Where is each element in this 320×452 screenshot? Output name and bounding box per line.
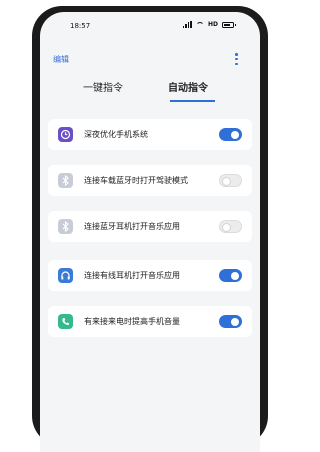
rule-toggle[interactable] (219, 315, 242, 328)
rule-item-car-bluetooth[interactable]: 连接车载蓝牙时打开驾驶模式 (48, 165, 252, 196)
edit-button[interactable]: 编辑 (53, 54, 69, 65)
rule-item-night-optimize[interactable]: 深夜优化手机系统 (48, 119, 252, 150)
battery-icon (222, 21, 236, 28)
wifi-icon (195, 21, 204, 28)
tab-one-tap[interactable]: 一键指令 (83, 79, 123, 94)
tab-auto[interactable]: 自动指令 (168, 79, 208, 94)
rule-label: 连接蓝牙耳机打开音乐应用 (84, 222, 180, 231)
tab-indicator (170, 100, 215, 102)
rule-label: 连接有线耳机打开音乐应用 (84, 271, 180, 280)
phone-frame: 18:57 HD 编辑 一键指令 自动指令 深夜优化手机系统 连接车载蓝牙时打开… (32, 6, 268, 452)
rule-item-bt-headset[interactable]: 连接蓝牙耳机打开音乐应用 (48, 211, 252, 242)
more-vertical-icon[interactable] (235, 53, 238, 65)
screen: 18:57 HD 编辑 一键指令 自动指令 深夜优化手机系统 连接车载蓝牙时打开… (40, 12, 260, 452)
rule-toggle[interactable] (219, 128, 242, 141)
signal-icon (182, 21, 192, 28)
status-bar: 18:57 HD (40, 12, 260, 38)
rule-label: 深夜优化手机系统 (84, 130, 148, 139)
rule-item-ring-volume[interactable]: 有来接来电时提高手机音量 (48, 306, 252, 337)
clock-icon (58, 127, 73, 142)
rule-toggle[interactable] (219, 220, 242, 233)
rule-label: 连接车载蓝牙时打开驾驶模式 (84, 176, 188, 185)
network-type: HD (207, 21, 218, 28)
bluetooth-icon (58, 173, 73, 188)
headphones-icon (58, 268, 73, 283)
status-time: 18:57 (70, 22, 91, 30)
rule-label: 有来接来电时提高手机音量 (84, 317, 180, 326)
rule-toggle[interactable] (219, 269, 242, 282)
rule-item-wired-headset[interactable]: 连接有线耳机打开音乐应用 (48, 260, 252, 291)
status-icons: HD (182, 21, 236, 28)
bluetooth-icon (58, 219, 73, 234)
rule-toggle[interactable] (219, 174, 242, 187)
phone-icon (58, 314, 73, 329)
